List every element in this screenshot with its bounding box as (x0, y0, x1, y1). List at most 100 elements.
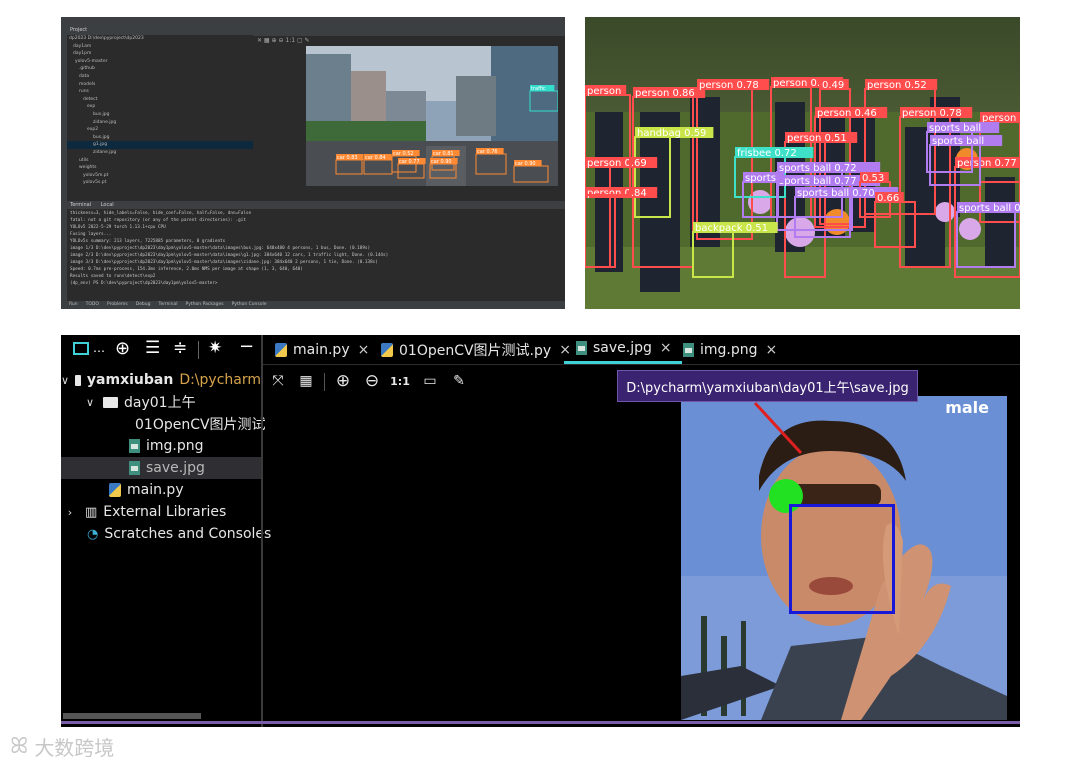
tab-label: main.py (293, 341, 350, 358)
horizontal-scrollbar[interactable] (63, 713, 201, 719)
car-detection-label: car 0.83 (337, 155, 358, 161)
background-icon[interactable]: ▭ (420, 371, 440, 391)
project-toolbar: … ⊕ ☰ ≑ ✷ − (61, 335, 261, 364)
toolbar-divider (324, 373, 325, 391)
close-icon[interactable]: × (660, 340, 672, 356)
detection-label: person 0.52 (867, 80, 927, 91)
locate-icon[interactable]: ⊕ (115, 338, 130, 359)
tooltip-arrow (753, 401, 803, 455)
terminal-line: YOLOv5 2022-5-29 torch 1.13.1+cpu CPU (70, 225, 166, 230)
terminal-label[interactable]: Terminal (70, 202, 91, 208)
tab-img-png[interactable]: img.png × (683, 335, 777, 364)
chevron-down-icon[interactable]: ∨ (81, 396, 99, 409)
zoom-out-icon[interactable]: ⊖ (362, 371, 382, 391)
terminal-line: image 1/3 D:\dev\pyproject\dp2023\day1pm… (70, 246, 371, 251)
project-view-icon[interactable] (73, 342, 89, 355)
terminal-line: thickness=3, hide_labels=False, hide_con… (70, 211, 252, 216)
tab-opencv-py[interactable]: 01OpenCV图片测试.py × (381, 335, 571, 364)
terminal-line: Fusing layers... (70, 232, 112, 237)
fit-screen-icon[interactable]: ⤧ (268, 371, 288, 391)
tree-item[interactable]: yolov5-master (67, 58, 253, 66)
yolo-ide-screenshot: FileEditViewNavigateCodeRefactorRunTools… (61, 17, 565, 309)
chevron-down-icon[interactable]: ∨ (61, 374, 69, 387)
tree-item[interactable]: utils (67, 157, 253, 165)
tree-item[interactable]: yolov5s.pt (67, 179, 253, 187)
color-picker-icon[interactable]: ✎ (449, 371, 469, 391)
tree-item[interactable]: g1.jpg (67, 141, 253, 149)
tree-item[interactable]: zidane.jpg (67, 149, 253, 157)
tree-item[interactable]: exp (67, 103, 253, 111)
detection-label: sports ball 0.72 (779, 163, 857, 174)
status-tool-button[interactable]: TODO (86, 302, 99, 307)
tree-item[interactable]: exp2 (67, 126, 253, 134)
terminal-line: (dp_env) PS D:\dev\pyproject\dp2023\day1… (70, 281, 218, 286)
tree-file-img[interactable]: img.png (61, 435, 261, 457)
tab-save-jpg[interactable]: save.jpg × (564, 335, 682, 364)
detection-label: sports ball (929, 123, 981, 134)
tree-file-save[interactable]: save.jpg (61, 457, 261, 479)
tab-label: save.jpg (593, 340, 652, 356)
pane-divider[interactable] (261, 335, 263, 727)
more-icon[interactable]: … (93, 341, 105, 355)
expand-all-icon[interactable]: ☰ (145, 338, 160, 358)
file-name: img.png (146, 438, 204, 454)
grid-icon[interactable]: ▦ (296, 371, 316, 391)
status-tool-button[interactable]: Run (69, 302, 78, 307)
tree-external-libraries[interactable]: › ▥ External Libraries (61, 501, 261, 523)
tree-folder-day01[interactable]: ∨ day01上午 (61, 391, 261, 413)
tree-item[interactable]: yolov5m.pt (67, 172, 253, 180)
tree-item[interactable]: data (67, 73, 253, 81)
tree-item[interactable]: day1am (67, 43, 253, 51)
detection-label: frisbee 0.72 (737, 148, 797, 159)
close-icon[interactable]: × (358, 342, 370, 358)
tree-scratches[interactable]: ◔ Scratches and Consoles (61, 523, 271, 545)
detection-label: person 0.69 (587, 158, 647, 169)
status-tool-button[interactable]: Python Console (232, 302, 267, 307)
hide-icon[interactable]: − (239, 336, 254, 357)
status-tool-button[interactable]: Terminal (159, 302, 178, 307)
actual-size-icon[interactable]: 1:1 (390, 371, 410, 391)
tree-file-opencv[interactable]: 01OpenCV图片测试 (61, 413, 266, 435)
terminal-output[interactable]: thickness=3, hide_labels=False, hide_con… (67, 210, 565, 301)
collapse-all-icon[interactable]: ≑ (173, 338, 187, 358)
gender-label: male (945, 398, 989, 417)
tab-main-py[interactable]: main.py × (275, 335, 369, 364)
tree-item[interactable]: detect (67, 96, 253, 104)
tree-item[interactable]: bus.jpg (67, 111, 253, 119)
detection-label: 0.53 (862, 173, 884, 184)
tree-item[interactable]: bus.jpg (67, 134, 253, 142)
status-tool-button[interactable]: Problems (107, 302, 128, 307)
chevron-right-icon[interactable]: › (61, 506, 79, 519)
detection-label: handbag 0.59 (637, 128, 706, 139)
zoom-in-icon[interactable]: ⊕ (333, 371, 353, 391)
tree-file-main[interactable]: main.py (61, 479, 261, 501)
tree-item[interactable]: runs (67, 88, 253, 96)
file-name: main.py (127, 482, 184, 498)
watermark-logo-icon: ꕤ (10, 734, 29, 759)
close-icon[interactable]: × (766, 342, 778, 358)
tree-item[interactable]: day1pm (67, 50, 253, 58)
gear-icon[interactable]: ✷ (208, 338, 222, 358)
project-pane-header[interactable]: Project (67, 25, 253, 35)
detection-label: person 0.84 (587, 188, 647, 199)
tree-item[interactable]: weights (67, 164, 253, 172)
watermark-text: 大数跨境 (34, 736, 115, 760)
car-detection-label: car 0.81 (433, 151, 454, 157)
tree-item[interactable]: models (67, 81, 253, 89)
file-path-tooltip: D:\pycharm\yamxiuban\day01上午\save.jpg (617, 370, 918, 402)
detection-label: 0.49 (822, 80, 844, 91)
folder-name: day01上午 (124, 395, 196, 411)
terminal-line: Speed: 0.7ms pre-process, 154.3ms infere… (70, 267, 303, 272)
terminal-tab-local[interactable]: Local (101, 202, 114, 208)
tree-root-row[interactable]: ∨ yamxiuban D:\pycharm (61, 369, 261, 391)
car-detection-label: car 0.52 (393, 151, 414, 157)
tree-item[interactable]: dp2023 D:\dev\pyproject\dp2023 (67, 35, 253, 43)
tree-item[interactable]: .github (67, 65, 253, 73)
terminal-line: YOLOv5s summary: 213 layers, 7225885 par… (70, 239, 226, 244)
status-tool-button[interactable]: Python Packages (186, 302, 224, 307)
detection-label: person 0.78 (699, 80, 759, 91)
external-libraries-label: External Libraries (103, 504, 227, 520)
image-file-icon (129, 439, 140, 453)
status-tool-button[interactable]: Debug (136, 302, 151, 307)
tree-item[interactable]: zidane.jpg (67, 119, 253, 127)
